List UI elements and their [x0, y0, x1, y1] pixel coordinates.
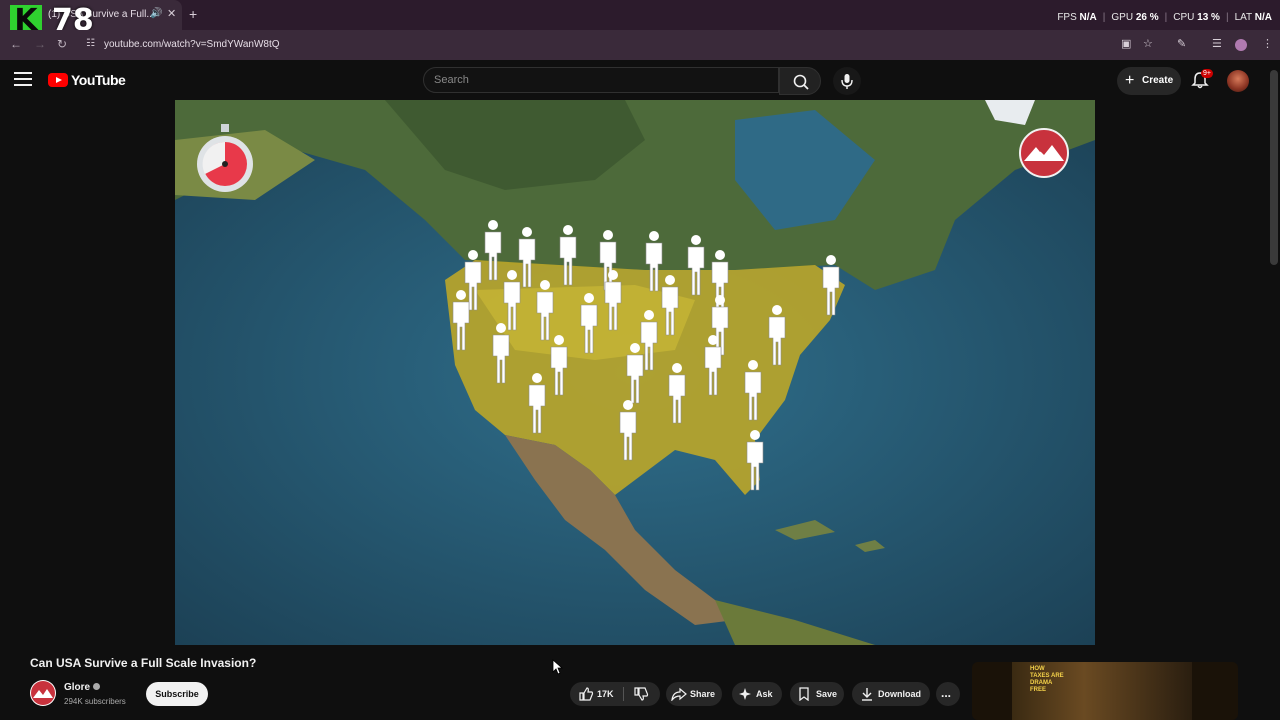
search-input[interactable] [423, 67, 779, 93]
person-figure [536, 280, 554, 341]
close-tab-icon[interactable]: ✕ [167, 7, 176, 20]
more-icon: ... [941, 686, 952, 700]
channel-logo-icon [31, 681, 55, 705]
plus-icon: + [1125, 72, 1135, 89]
person-figure [580, 293, 598, 354]
verified-icon [93, 683, 100, 690]
audio-icon[interactable]: 🔊 [150, 8, 162, 19]
site-info-icon[interactable]: ☷ [86, 38, 95, 49]
thumbnail-text: HOW TAXES ARE DRAMA FREE [1030, 666, 1064, 693]
mouse-cursor-icon [552, 659, 564, 675]
voice-search-button[interactable] [833, 67, 861, 95]
url-text[interactable]: youtube.com/watch?v=SmdYWanW8tQ [104, 39, 280, 50]
channel-avatar[interactable] [30, 680, 56, 706]
save-button[interactable]: Save [790, 682, 844, 706]
download-button[interactable]: Download [852, 682, 930, 706]
bookmark-star-icon[interactable]: ☆ [1143, 37, 1153, 50]
like-dislike-group: 17K [570, 682, 660, 706]
person-figure [661, 275, 679, 336]
back-icon[interactable]: ← [10, 37, 22, 51]
create-label: Create [1142, 75, 1174, 86]
like-divider [623, 687, 624, 701]
youtube-play-logo-icon [48, 73, 68, 87]
person-figure [550, 335, 568, 396]
people-figures [452, 220, 840, 491]
person-figure [559, 225, 577, 286]
page-scrollbar[interactable] [1270, 70, 1278, 265]
subscriber-count: 294K subscribers [64, 697, 126, 706]
browser-nav-bar: ← → ↻ ☷ youtube.com/watch?v=SmdYWanW8tQ … [0, 30, 1280, 60]
youtube-logo[interactable]: YouTube [48, 72, 126, 88]
search-button[interactable] [779, 67, 821, 95]
next-video-thumbnail[interactable]: HOW TAXES ARE DRAMA FREE [972, 662, 1238, 720]
address-bar[interactable]: ☷ youtube.com/watch?v=SmdYWanW8tQ [80, 34, 1275, 56]
person-figure [640, 310, 658, 371]
thumbs-up-icon [579, 687, 594, 701]
person-figure [746, 430, 764, 491]
like-button[interactable]: 17K [570, 682, 622, 706]
dislike-button[interactable] [625, 682, 660, 706]
share-button[interactable]: Share [666, 682, 722, 706]
download-label: Download [878, 689, 921, 699]
subscribe-button[interactable]: Subscribe [146, 682, 208, 706]
perf-fps: FPS N/A [1057, 12, 1097, 23]
person-figure [668, 363, 686, 424]
bookmark-icon [799, 687, 809, 701]
forward-icon[interactable]: → [34, 37, 46, 51]
create-button[interactable]: + Create [1117, 67, 1181, 95]
notification-badge: 9+ [1201, 69, 1213, 78]
youtube-header: YouTube + Create 9+ [0, 62, 1280, 100]
person-figure [645, 231, 663, 292]
media-controls-icon[interactable]: ☰ [1212, 37, 1222, 50]
person-figure [464, 250, 482, 311]
ask-button[interactable]: Ask [732, 682, 782, 706]
search-bar [423, 67, 821, 95]
video-player[interactable] [175, 100, 1095, 645]
performance-overlay: FPS N/A | GPU 26 % | CPU 13 % | LAT N/A [1057, 12, 1272, 23]
person-figure [687, 235, 705, 296]
person-figure [452, 290, 470, 351]
person-figure [484, 220, 502, 281]
reload-icon[interactable]: ↻ [57, 37, 67, 51]
new-tab-icon[interactable]: + [189, 6, 197, 22]
browser-menu-icon[interactable]: ⋮ [1262, 37, 1273, 50]
share-label: Share [690, 689, 716, 699]
person-figure [626, 343, 644, 404]
thumbs-down-icon [634, 687, 649, 701]
youtube-logo-text: YouTube [71, 72, 126, 88]
more-actions-button[interactable]: ... [936, 682, 960, 706]
perf-lat: LAT N/A [1234, 12, 1272, 23]
perf-gpu: GPU 26 % [1111, 12, 1159, 23]
person-figure [604, 270, 622, 331]
microphone-icon [841, 74, 853, 89]
hamburger-menu-icon[interactable] [14, 72, 32, 86]
person-figure [711, 295, 729, 356]
person-figure [822, 255, 840, 316]
ask-label: Ask [756, 689, 773, 699]
browser-tab-bar: (1) USA Survive a Full... 🔊 ✕ + K 78 FPS… [0, 0, 1280, 38]
person-figure [599, 230, 617, 291]
save-label: Save [816, 689, 838, 699]
user-avatar[interactable] [1227, 70, 1249, 92]
channel-name[interactable]: Glore [64, 682, 90, 693]
person-figure [503, 270, 521, 331]
person-figure [619, 400, 637, 461]
share-icon [671, 687, 687, 701]
person-figure [744, 360, 762, 421]
download-icon [862, 688, 872, 701]
install-app-icon[interactable]: ▣ [1121, 37, 1131, 50]
search-icon [793, 74, 809, 90]
person-figure [528, 373, 546, 434]
person-figure [518, 227, 536, 288]
extensions-icon[interactable]: ✎ [1177, 37, 1186, 50]
video-title: Can USA Survive a Full Scale Invasion? [30, 656, 257, 670]
sparkle-icon [739, 688, 751, 700]
person-figure [492, 323, 510, 384]
person-figure [768, 305, 786, 366]
profile-icon[interactable] [1235, 39, 1247, 51]
like-count: 17K [597, 689, 614, 699]
perf-cpu: CPU 13 % [1173, 12, 1220, 23]
